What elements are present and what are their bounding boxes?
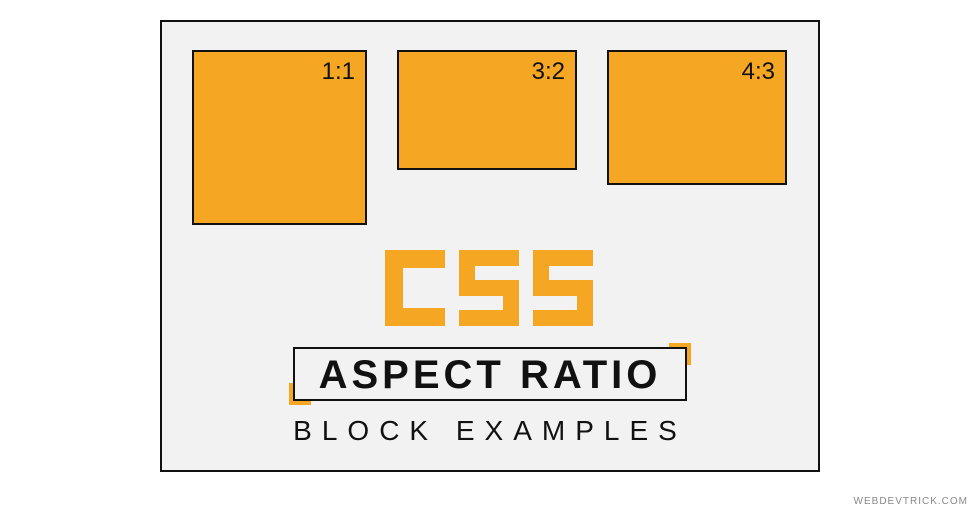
stage: 1:1 3:2 4:3: [0, 0, 980, 515]
heading-box: ASPECT RATIO: [293, 347, 688, 401]
corner-decoration-icon: [289, 383, 311, 405]
ratio-box-3-2: 3:2: [397, 50, 577, 170]
ratio-box-1-1: 1:1: [192, 50, 367, 225]
watermark-text: WEBDEVTRICK.COM: [854, 496, 968, 507]
ratio-label: 4:3: [742, 58, 775, 86]
ratio-boxes-row: 1:1 3:2 4:3: [192, 50, 788, 225]
css-logo-icon: [385, 250, 595, 331]
subheading-text: BLOCK EXAMPLES: [162, 415, 818, 447]
corner-decoration-icon: [669, 343, 691, 365]
ratio-label: 3:2: [532, 58, 565, 86]
heading-text: ASPECT RATIO: [319, 353, 662, 397]
ratio-label: 1:1: [322, 58, 355, 86]
ratio-box-4-3: 4:3: [607, 50, 787, 185]
demo-frame: 1:1 3:2 4:3: [160, 20, 820, 472]
title-block: ASPECT RATIO BLOCK EXAMPLES: [162, 250, 818, 447]
